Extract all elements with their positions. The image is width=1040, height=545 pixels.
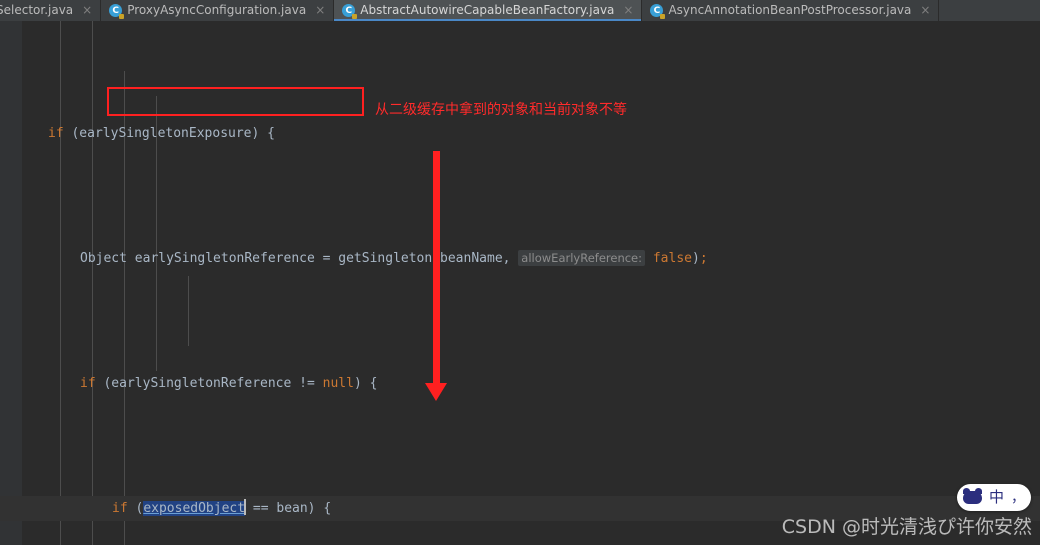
tab-label: Selector.java — [0, 3, 74, 17]
tab-label: ProxyAsyncConfiguration.java — [127, 3, 307, 17]
ime-mode-label[interactable]: 中 — [989, 490, 1004, 505]
tab-label: AsyncAnnotationBeanPostProcessor.java — [668, 3, 912, 17]
lock-icon — [660, 14, 666, 19]
close-icon[interactable]: × — [623, 0, 633, 21]
editor-tab-bar: Selector.java × C ProxyAsyncConfiguratio… — [0, 0, 1040, 21]
code-line[interactable]: Object earlySingletonReference = getSing… — [0, 246, 1040, 271]
app-window: Selector.java × C ProxyAsyncConfiguratio… — [0, 0, 1040, 545]
close-icon[interactable]: × — [82, 0, 92, 21]
java-class-icon: C — [342, 4, 358, 19]
annotation-note: 从二级缓存中拿到的对象和当前对象不等 — [375, 102, 627, 118]
code-editor[interactable]: if (earlySingletonExposure) { Object ear… — [0, 21, 1040, 545]
selected-token[interactable]: exposedObject — [143, 501, 246, 516]
close-icon[interactable]: × — [920, 0, 930, 21]
java-class-icon: C — [650, 4, 666, 19]
code-line[interactable]: if (earlySingletonExposure) { — [0, 121, 1040, 146]
lock-icon — [352, 14, 358, 19]
ime-punctuation-icon[interactable]: ， — [1011, 491, 1025, 505]
code-line-current[interactable]: if (exposedObject == bean) { — [0, 496, 1040, 521]
flow-arrow-head — [425, 383, 447, 401]
tab-asyncannotationbeanpostprocessor-java[interactable]: C AsyncAnnotationBeanPostProcessor.java … — [642, 0, 940, 21]
tab-proxyasyncconfiguration-java[interactable]: C ProxyAsyncConfiguration.java × — [101, 0, 335, 21]
close-icon[interactable]: × — [315, 0, 325, 21]
sogou-logo-icon — [962, 488, 982, 504]
lock-icon — [119, 14, 125, 19]
flow-arrow-shaft — [433, 151, 440, 386]
code-line[interactable]: if (earlySingletonReference != null) { — [0, 371, 1040, 396]
ime-floating-bar[interactable]: 中 ， — [957, 484, 1031, 511]
parameter-name-hint: allowEarlyReference: — [518, 250, 646, 266]
tab-label: AbstractAutowireCapableBeanFactory.java — [360, 3, 615, 17]
java-class-icon: C — [109, 4, 125, 19]
tab-bar-filler — [939, 0, 1040, 21]
tab-selector-java[interactable]: Selector.java × — [0, 0, 102, 21]
tab-abstractautowirecapablebeanfactory-java[interactable]: C AbstractAutowireCapableBeanFactory.jav… — [334, 0, 643, 21]
